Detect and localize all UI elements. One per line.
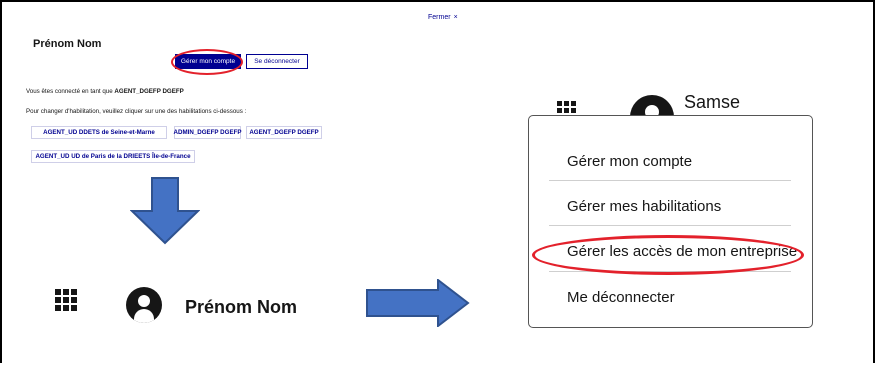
right-arrow-icon — [366, 279, 470, 327]
close-label[interactable]: Fermer — [428, 14, 451, 21]
header-user-name[interactable]: Samse — [684, 92, 740, 113]
habilitation-button[interactable]: ADMIN_DGEFP DGEFP — [174, 126, 241, 139]
habilitation-button[interactable]: AGENT_UD DDETS de Seine-et-Marne — [31, 126, 167, 139]
connected-role: AGENT_DGEFP DGEFP — [114, 88, 184, 95]
logout-button[interactable]: Se déconnecter — [246, 54, 308, 69]
connected-prefix: Vous êtes connecté en tant que — [26, 88, 115, 95]
user-name: Prénom Nom — [33, 38, 102, 50]
waffle-grid-icon[interactable] — [55, 289, 79, 313]
down-arrow-icon — [130, 177, 200, 245]
change-habilitation-text: Pour changer d'habilitation, veuillez cl… — [26, 108, 247, 115]
menu-divider — [549, 180, 791, 181]
menu-item-manage-account[interactable]: Gérer mon compte — [567, 153, 692, 170]
highlight-ellipse — [532, 235, 804, 275]
menu-item-logout[interactable]: Me déconnecter — [567, 289, 675, 306]
highlight-ellipse — [171, 49, 243, 75]
menu-divider — [549, 225, 791, 226]
habilitation-button[interactable]: AGENT_UD UD de Paris de la DRIEETS Île-d… — [31, 150, 195, 163]
header-user-name[interactable]: Prénom Nom — [185, 297, 297, 318]
connected-status: Vous êtes connecté en tant que AGENT_DGE… — [26, 88, 184, 95]
menu-item-manage-habilitations[interactable]: Gérer mes habilitations — [567, 198, 721, 215]
habilitation-button[interactable]: AGENT_DGEFP DGEFP — [246, 126, 322, 139]
close-icon[interactable]: × — [454, 14, 458, 21]
account-dropdown-menu: Gérer mon compte Gérer mes habilitations… — [528, 115, 813, 328]
user-avatar-icon[interactable] — [126, 287, 162, 323]
close-link[interactable]: Fermer × — [428, 14, 458, 21]
